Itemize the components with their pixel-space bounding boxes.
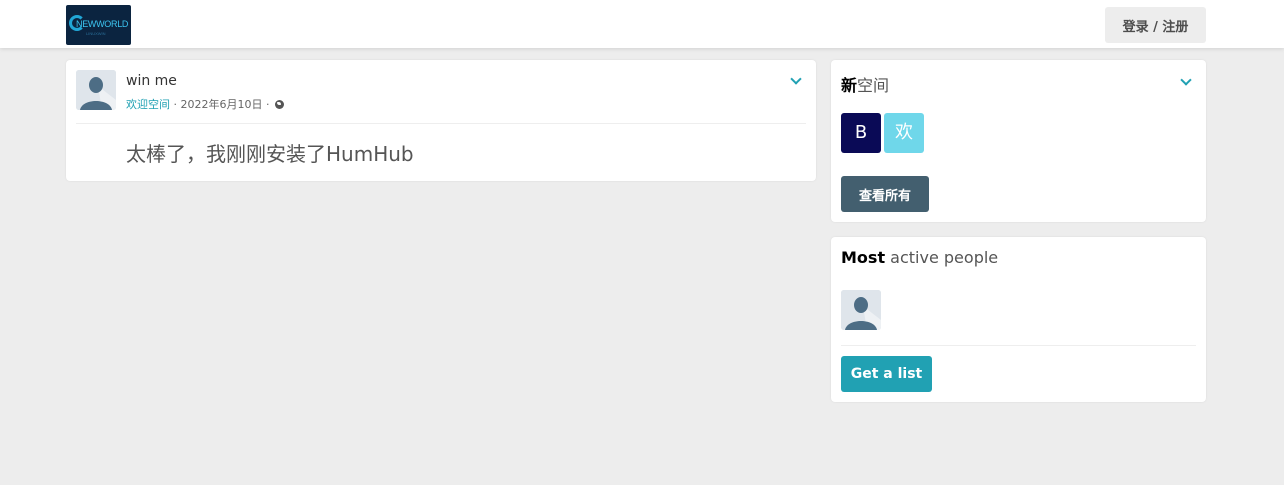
site-logo[interactable]: NEWWORLD LINUXWIN: [66, 5, 131, 45]
panel-title-bold: 新: [841, 76, 858, 95]
panel-title-rest: 空间: [857, 76, 890, 95]
get-a-list-button[interactable]: Get a list: [841, 356, 932, 392]
panel-title: Most active people: [841, 248, 998, 267]
new-spaces-panel: 新空间 B 欢 查看所有: [831, 60, 1206, 222]
space-tile[interactable]: 欢: [884, 113, 924, 153]
login-register-button[interactable]: 登录 / 注册: [1105, 7, 1206, 43]
panel-title-bold: Most: [841, 248, 886, 267]
default-user-icon: [841, 290, 881, 330]
logo-text: NEWWORLD: [76, 19, 129, 29]
panel-collapse-chevron-down-icon[interactable]: [1180, 75, 1192, 87]
meta-separator: ·: [170, 98, 181, 111]
globe-icon: [275, 100, 284, 109]
stream-post: win me 欢迎空间 · 2022年6月10日 · 太棒了，我刚刚安装了Hum…: [66, 60, 816, 181]
active-user-avatar[interactable]: [841, 290, 881, 330]
post-author-avatar[interactable]: [76, 70, 116, 110]
post-options-chevron-down-icon[interactable]: [790, 74, 802, 86]
panel-title-rest: active people: [885, 248, 999, 267]
post-space-link[interactable]: 欢迎空间: [126, 98, 170, 111]
post-date[interactable]: 2022年6月10日: [181, 98, 263, 111]
post-author-name[interactable]: win me: [126, 73, 177, 89]
top-navigation-bar: NEWWORLD LINUXWIN 登录 / 注册: [0, 0, 1284, 48]
divider: [76, 123, 806, 124]
default-user-icon: [76, 70, 116, 110]
view-all-spaces-button[interactable]: 查看所有: [841, 176, 929, 212]
post-meta: 欢迎空间 · 2022年6月10日 ·: [126, 96, 284, 112]
logo-subtext: LINUXWIN: [86, 31, 106, 36]
most-active-people-panel: Most active people Get a list: [831, 237, 1206, 402]
panel-title: 新空间: [841, 72, 889, 96]
meta-separator: ·: [262, 98, 273, 111]
space-tile[interactable]: B: [841, 113, 881, 153]
divider: [841, 345, 1196, 346]
post-content: 太棒了，我刚刚安装了HumHub: [126, 142, 414, 166]
